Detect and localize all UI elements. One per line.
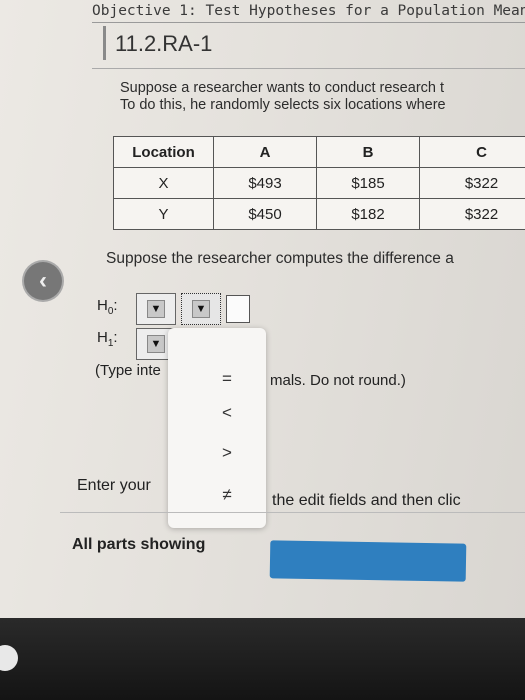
table-cell: X bbox=[113, 167, 214, 199]
instructions-left: Enter your bbox=[77, 477, 151, 494]
h0-parameter-dropdown[interactable]: ▼ bbox=[136, 293, 176, 325]
null-hypothesis-label: H0: bbox=[97, 297, 118, 317]
chevron-left-icon[interactable]: ‹ bbox=[24, 262, 62, 300]
dropdown-arrow-icon: ▼ bbox=[147, 300, 165, 318]
table-header-cell: A bbox=[213, 136, 317, 168]
table-cell: $450 bbox=[213, 198, 317, 230]
alt-hypothesis-label: H1: bbox=[97, 329, 118, 349]
intro-line-1: Suppose a researcher wants to conduct re… bbox=[120, 80, 445, 96]
table-cell: Y bbox=[113, 198, 214, 230]
footer-divider bbox=[60, 512, 525, 513]
table-header-row: Location A B C bbox=[113, 136, 525, 168]
title-accent-bar bbox=[103, 26, 106, 60]
h1-subscript: 1 bbox=[107, 338, 114, 349]
table-cell: $182 bbox=[316, 198, 420, 230]
operator-option-not-equal[interactable]: ≠ bbox=[178, 480, 276, 510]
table-cell: $493 bbox=[213, 167, 317, 199]
table-cell: $322 bbox=[419, 198, 525, 230]
action-button[interactable] bbox=[269, 540, 467, 582]
table-header-cell: B bbox=[316, 136, 420, 168]
h0-value-input[interactable] bbox=[226, 295, 250, 323]
operator-option-equal[interactable]: = bbox=[178, 364, 276, 394]
operator-option-less-than[interactable]: < bbox=[178, 398, 276, 428]
data-table: Location A B C X $493 $185 $322 Y $450 $… bbox=[113, 136, 525, 230]
h0-operator-dropdown[interactable]: ▼ bbox=[181, 293, 221, 325]
intro-line-2: To do this, he randomly selects six loca… bbox=[120, 97, 446, 113]
table-row: Y $450 $182 $322 bbox=[113, 198, 525, 230]
dropdown-arrow-icon: ▼ bbox=[192, 300, 210, 318]
dropdown-arrow-icon: ▼ bbox=[147, 335, 165, 353]
screen: Objective 1: Test Hypotheses for a Popul… bbox=[0, 0, 525, 618]
operator-option-greater-than[interactable]: > bbox=[178, 438, 276, 468]
question-text: Suppose the researcher computes the diff… bbox=[106, 250, 454, 267]
instructions-right: the edit fields and then clic bbox=[272, 492, 461, 509]
table-header-cell: Location bbox=[113, 136, 214, 168]
table-cell: $185 bbox=[316, 167, 420, 199]
table-header-cell: C bbox=[419, 136, 525, 168]
h1-letter: H bbox=[97, 329, 108, 346]
objective-title: Objective 1: Test Hypotheses for a Popul… bbox=[92, 3, 525, 19]
table-cell: $322 bbox=[419, 167, 525, 199]
table-row: X $493 $185 $322 bbox=[113, 167, 525, 199]
hint-text-left: (Type inte bbox=[95, 362, 161, 379]
title-divider bbox=[92, 22, 525, 23]
problem-id: 11.2.RA-1 bbox=[115, 31, 213, 56]
h0-letter: H bbox=[97, 297, 108, 314]
problem-divider bbox=[92, 68, 525, 69]
hint-text-right: mals. Do not round.) bbox=[270, 372, 406, 389]
h0-subscript: 0 bbox=[107, 306, 114, 317]
device-bezel bbox=[0, 618, 525, 700]
parts-showing-label: All parts showing bbox=[72, 536, 206, 553]
